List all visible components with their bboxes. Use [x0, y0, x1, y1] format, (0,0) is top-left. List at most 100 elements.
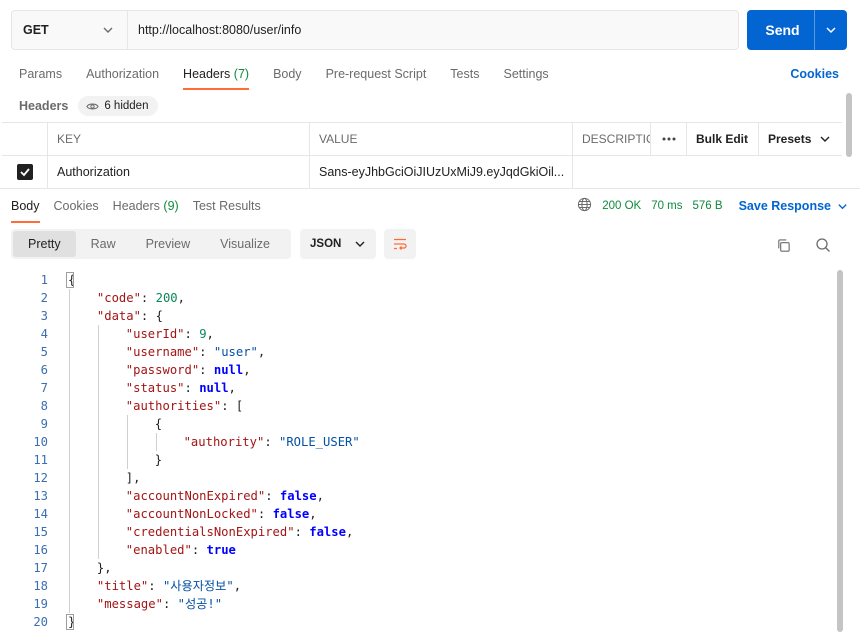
bracket-match-highlight [66, 614, 74, 630]
response-size[interactable]: 576 B [693, 200, 723, 212]
chevron-down-icon [355, 241, 365, 247]
save-response-button[interactable]: Save Response [739, 199, 848, 213]
line-number: 3 [40, 309, 48, 323]
table-row: Authorization Sans-eyJhbGciOiJIUzUxMiJ9.… [2, 156, 842, 189]
cookies-link[interactable]: Cookies [790, 58, 839, 90]
bulk-edit-button[interactable]: Bulk Edit [687, 123, 759, 155]
chevron-down-icon [826, 27, 836, 34]
view-preview[interactable]: Preview [131, 231, 205, 257]
code-line: 4 "userId": 9, [0, 325, 830, 343]
header-key-cell[interactable]: Authorization [48, 156, 310, 188]
tab-test-results[interactable]: Test Results [193, 197, 261, 223]
request-scrollbar[interactable] [846, 93, 852, 157]
row-checkbox-cell [2, 156, 48, 188]
check-icon [19, 168, 30, 177]
save-response-label: Save Response [738, 199, 831, 213]
code-line: 16 "enabled": true [0, 541, 830, 559]
response-time[interactable]: 70 ms [651, 200, 682, 212]
code-line: 11} [0, 451, 830, 469]
hidden-headers-toggle[interactable]: 6 hidden [78, 96, 159, 116]
line-number: 2 [40, 291, 48, 305]
line-number: 18 [33, 579, 48, 593]
tab-response-headers[interactable]: Headers (9) [113, 197, 179, 223]
value-column-header: VALUE [310, 123, 573, 155]
code-line: 20} [0, 613, 830, 631]
method-select[interactable]: GET [12, 11, 128, 49]
tab-headers[interactable]: Headers (7) [183, 58, 250, 90]
presets-dropdown[interactable]: Presets [759, 123, 842, 155]
code-text: "userId": 9, [125, 327, 214, 341]
row-enabled-checkbox[interactable] [16, 164, 33, 180]
line-number: 7 [40, 381, 48, 395]
code-line: 18 "title": "사용자정보", [0, 577, 830, 595]
search-button[interactable] [813, 235, 833, 255]
header-value-cell[interactable]: Sans-eyJhbGciOiJIUzUxMiJ9.eyJqdGkiOil... [310, 156, 573, 188]
code-line: 13 "accountNonExpired": false, [0, 487, 830, 505]
code-line: 2 "code": 200, [0, 289, 830, 307]
tab-tests[interactable]: Tests [450, 58, 479, 90]
table-header-row: KEY VALUE DESCRIPTIO Bulk Edit Presets [2, 123, 842, 156]
tab-pre-request-script[interactable]: Pre-request Script [326, 58, 427, 90]
globe-icon[interactable] [577, 197, 592, 215]
line-number: 13 [33, 489, 48, 503]
search-icon [816, 238, 830, 252]
code-text: } [154, 453, 163, 467]
code-text: "enabled": true [125, 543, 236, 557]
line-number: 4 [40, 327, 48, 341]
response-body-editor[interactable]: 1{2 "code": 200, 3 "data": {4 "userId": 9, 5 "… [0, 270, 845, 634]
tab-response-cookies[interactable]: Cookies [54, 197, 99, 223]
method-label: GET [23, 23, 49, 37]
send-options-button[interactable] [815, 10, 847, 50]
bracket-match-highlight [66, 272, 74, 288]
line-number: 20 [33, 615, 48, 629]
format-select[interactable]: JSON [300, 229, 376, 259]
wrap-lines-icon [394, 238, 407, 250]
chevron-down-icon [820, 136, 830, 142]
view-mode-segmented: Pretty Raw Preview Visualize [11, 229, 291, 259]
tab-settings[interactable]: Settings [503, 58, 548, 90]
tab-authorization[interactable]: Authorization [86, 58, 159, 90]
code-text: "status": null, [125, 381, 236, 395]
tab-params[interactable]: Params [19, 58, 62, 90]
line-number: 16 [33, 543, 48, 557]
line-number: 17 [33, 561, 48, 575]
chevron-down-icon [838, 203, 847, 209]
send-button[interactable]: Send [747, 22, 814, 38]
line-number: 9 [40, 417, 48, 431]
line-number: 12 [33, 471, 48, 485]
view-pretty[interactable]: Pretty [13, 231, 76, 257]
code-line: 6 "password": null, [0, 361, 830, 379]
more-options-button[interactable] [651, 123, 687, 155]
response-scrollbar[interactable] [837, 270, 843, 632]
copy-icon [777, 238, 790, 252]
view-visualize[interactable]: Visualize [205, 231, 285, 257]
status-badge[interactable]: 200 OK [602, 200, 641, 212]
response-bar: Body Cookies Headers (9) Test Results 20… [0, 188, 860, 223]
url-input[interactable]: http://localhost:8080/user/info [128, 23, 301, 37]
line-number: 1 [40, 273, 48, 287]
code-text: "title": "사용자정보", [96, 579, 242, 593]
eye-icon [86, 103, 100, 109]
code-text: "password": null, [125, 363, 251, 377]
code-text: "accountNonLocked": false, [125, 507, 317, 521]
code-line: 3 "data": { [0, 307, 830, 325]
chevron-down-icon [101, 23, 115, 37]
wrap-lines-button[interactable] [384, 229, 416, 259]
view-raw[interactable]: Raw [76, 231, 131, 257]
code-line: 10 "authority": "ROLE_USER" [0, 433, 830, 451]
header-description-cell[interactable] [573, 156, 842, 188]
select-column-header [2, 123, 48, 155]
tab-body[interactable]: Body [273, 58, 302, 90]
headers-table: KEY VALUE DESCRIPTIO Bulk Edit Presets A… [2, 122, 842, 189]
code-text: "accountNonExpired": false, [125, 489, 324, 503]
copy-button[interactable] [773, 235, 793, 255]
description-column-header: DESCRIPTIO [573, 123, 651, 155]
tab-response-body[interactable]: Body [11, 197, 40, 223]
code-text: "data": { [96, 309, 163, 323]
code-line: 12], [0, 469, 830, 487]
request-tabs: Params Authorization Headers (7) Body Pr… [19, 58, 549, 90]
code-line: 17}, [0, 559, 830, 577]
code-line: 9{ [0, 415, 830, 433]
request-bar: GET http://localhost:8080/user/info [11, 10, 739, 50]
hidden-count: 6 hidden [104, 100, 149, 112]
